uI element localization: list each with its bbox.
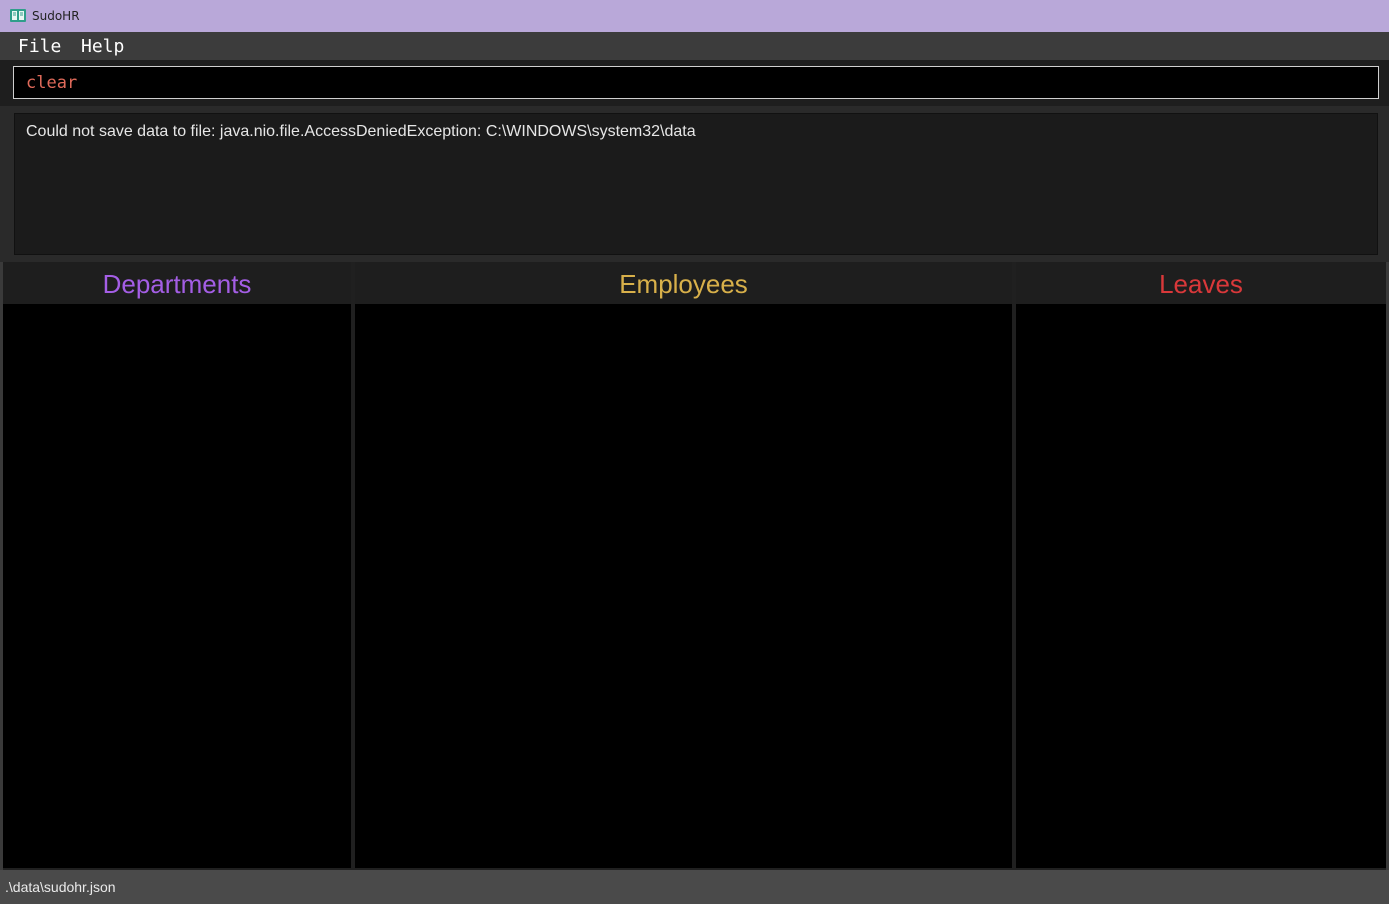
- departments-panel: Departments: [3, 262, 351, 870]
- menu-help[interactable]: Help: [81, 36, 124, 57]
- title-bar[interactable]: SudoHR: [0, 0, 1389, 32]
- employees-list[interactable]: [355, 304, 1012, 868]
- result-display[interactable]: Could not save data to file: java.nio.fi…: [14, 113, 1378, 255]
- employees-title: Employees: [355, 262, 1012, 304]
- leaves-panel: Leaves: [1016, 262, 1386, 870]
- result-message: Could not save data to file: java.nio.fi…: [26, 123, 696, 140]
- command-input[interactable]: [13, 66, 1379, 99]
- menu-file[interactable]: File: [18, 36, 61, 57]
- employees-panel: Employees: [355, 262, 1012, 870]
- command-area: [0, 60, 1389, 106]
- leaves-title: Leaves: [1016, 262, 1386, 304]
- departments-title: Departments: [3, 262, 351, 304]
- result-area: Could not save data to file: java.nio.fi…: [0, 106, 1389, 262]
- app-window: SudoHR File Help Could not save data to …: [0, 0, 1389, 904]
- status-bar: .\data\sudohr.json: [0, 870, 1389, 904]
- menu-bar: File Help: [0, 32, 1389, 60]
- leaves-list[interactable]: [1016, 304, 1386, 868]
- panels-container: Departments Employees Leaves: [3, 262, 1386, 870]
- book-icon: [10, 9, 26, 22]
- save-location: .\data\sudohr.json: [5, 879, 116, 895]
- departments-list[interactable]: [3, 304, 351, 868]
- window-title: SudoHR: [32, 9, 80, 23]
